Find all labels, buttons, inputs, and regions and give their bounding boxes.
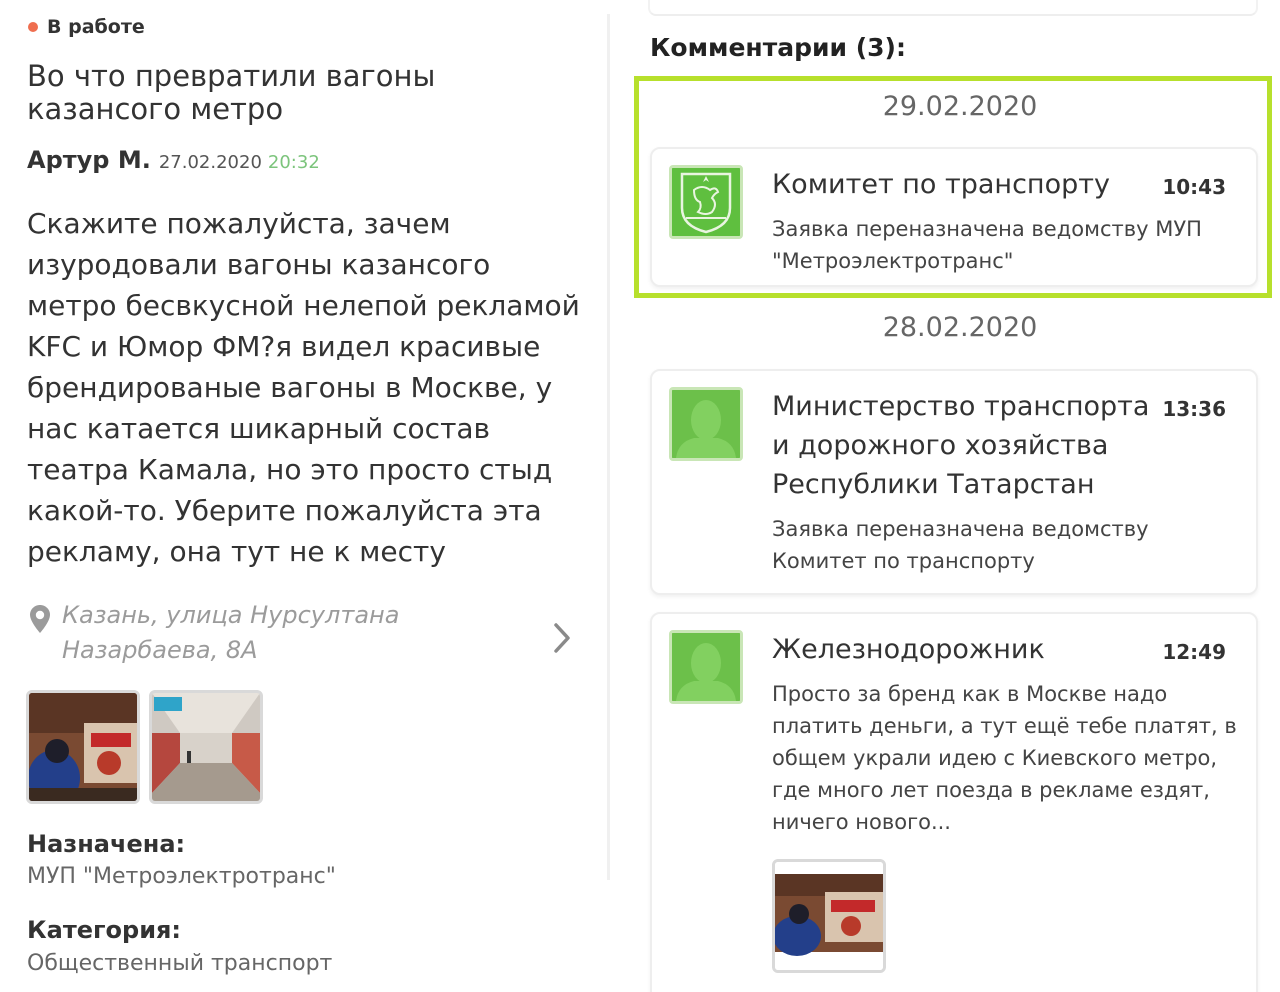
chevron-right-icon[interactable]: [548, 620, 576, 656]
category-value: Общественный транспорт: [27, 951, 333, 976]
avatar: [669, 165, 743, 239]
issue-body: Скажите пожалуйста, зачем изуродовали ва…: [27, 207, 580, 568]
issue-photo-1[interactable]: [26, 690, 140, 804]
comments-title: Комментарии (3):: [650, 33, 906, 62]
assigned-value: МУП "Метроэлектротранс": [27, 864, 336, 889]
user-silhouette-icon: [672, 390, 740, 458]
comment-card: Железнодорожник 12:49 Просто за бренд ка…: [650, 612, 1258, 992]
comment-photo[interactable]: [772, 859, 886, 973]
comment-text: Заявка переназначена ведомству Комитет п…: [772, 517, 1149, 573]
metro-car-photo-icon: [775, 862, 883, 970]
author-line: Артур М. 27.02.2020 20:32: [27, 146, 320, 174]
category-label: Категория:: [27, 916, 182, 944]
comment-author: Железнодорожник: [772, 634, 1045, 665]
comment-card: Комитет по транспорту 10:43 Заявка перен…: [650, 147, 1258, 287]
comment-author: Министерство транспорта и дорожного хозя…: [772, 391, 1150, 500]
date-separator: 28.02.2020: [882, 312, 1038, 343]
issue-title: Во что превратили вагоны казансого метро: [27, 59, 436, 126]
comment-text: Заявка переназначена ведомству МУП "Метр…: [772, 217, 1202, 273]
issue-time: 20:32: [267, 152, 320, 173]
comment-text: Просто за бренд как в Москве надо платит…: [772, 682, 1237, 834]
location-pin-icon: [30, 605, 50, 633]
metro-car-photo-icon: [29, 693, 137, 801]
column-divider: [607, 14, 610, 880]
metro-hall-photo-icon: [152, 693, 260, 801]
comment-time: 10:43: [1162, 175, 1226, 199]
user-silhouette-icon: [672, 633, 740, 701]
avatar: [669, 630, 743, 704]
avatar: [669, 387, 743, 461]
comment-author: Комитет по транспорту: [772, 169, 1110, 200]
status-dot-icon: [28, 22, 38, 32]
coat-of-arms-icon: [672, 168, 740, 236]
date-separator: 29.02.2020: [882, 91, 1038, 122]
status-badge: В работе: [28, 16, 145, 38]
issue-photo-2[interactable]: [149, 690, 263, 804]
issue-date: 27.02.2020: [158, 152, 262, 173]
author-name[interactable]: Артур М.: [27, 146, 151, 174]
comment-card: Министерство транспорта и дорожного хозя…: [650, 369, 1258, 595]
location-row[interactable]: Казань, улица Нурсултана Назарбаева, 8А: [28, 598, 588, 668]
comment-time: 12:49: [1162, 640, 1226, 664]
location-address: Казань, улица Нурсултана Назарбаева, 8А: [62, 601, 400, 664]
status-text: В работе: [47, 16, 145, 38]
assigned-label: Назначена:: [27, 830, 186, 858]
issue-details: В работе Во что превратили вагоны казанс…: [0, 0, 608, 992]
issue-photos: [26, 690, 263, 804]
comment-time: 13:36: [1162, 397, 1226, 421]
previous-card-edge: [648, 0, 1258, 16]
